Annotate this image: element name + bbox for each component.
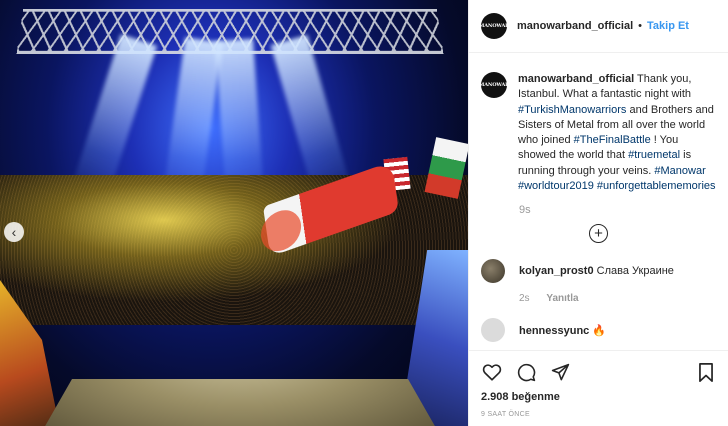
separator-dot: • bbox=[638, 20, 642, 32]
crowd bbox=[0, 175, 468, 325]
post-panel: MANOWAR manowarband_official • Takip Et … bbox=[468, 0, 728, 426]
bookmark-icon[interactable] bbox=[695, 361, 717, 383]
avatar[interactable] bbox=[481, 318, 505, 343]
action-bar bbox=[469, 351, 728, 383]
post-header: MANOWAR manowarband_official • Takip Et bbox=[469, 0, 728, 53]
reply-button[interactable]: Yanıtla bbox=[546, 293, 578, 304]
caption: manowarband_official Thank you, Istanbul… bbox=[518, 72, 716, 194]
avatar[interactable]: MANOWAR bbox=[478, 72, 510, 98]
comment: kolyan_prost0 Слава Украине bbox=[469, 259, 728, 284]
comment-username[interactable]: kolyan_prost0 bbox=[519, 265, 594, 277]
hashtag-link[interactable]: #truemetal bbox=[628, 149, 680, 161]
avatar[interactable] bbox=[481, 259, 505, 284]
plus-circle-icon[interactable]: + bbox=[589, 224, 608, 244]
follow-button[interactable]: Takip Et bbox=[647, 20, 689, 32]
heart-icon[interactable] bbox=[481, 361, 503, 383]
hashtag-link[interactable]: #worldtour2019 bbox=[518, 180, 594, 192]
post-time-ago: 9 SAAT ÖNCE bbox=[481, 411, 530, 418]
caption-time: 9s bbox=[519, 204, 531, 217]
hashtag-link[interactable]: #TheFinalBattle bbox=[574, 134, 651, 146]
comment: hennessyunc 🔥 bbox=[469, 318, 728, 343]
author-username[interactable]: manowarband_official bbox=[517, 20, 633, 32]
comment-username[interactable]: hennessyunc bbox=[519, 325, 589, 337]
comment-icon[interactable] bbox=[515, 361, 537, 383]
fire-emoji: 🔥 bbox=[592, 324, 607, 337]
chevron-left-icon[interactable]: ‹ bbox=[4, 222, 24, 242]
comment-text: kolyan_prost0 Слава Украине bbox=[519, 265, 674, 277]
caption-text: Thank you, Istanbul. What a fantastic ni… bbox=[518, 73, 716, 192]
avatar[interactable]: MANOWAR bbox=[478, 13, 510, 39]
like-count[interactable]: 2.908 beğenme bbox=[469, 383, 728, 403]
stage-rock bbox=[40, 379, 440, 426]
post-photo[interactable]: ‹ bbox=[0, 0, 468, 426]
post-footer: 2.908 beğenme 9 SAAT ÖNCE bbox=[469, 350, 728, 426]
caption-username[interactable]: manowarband_official bbox=[518, 73, 634, 85]
comment-text: hennessyunc 🔥 bbox=[519, 324, 606, 337]
hashtag-link[interactable]: #TurkishManowarriors bbox=[518, 104, 626, 116]
comment-body: Слава Украине bbox=[596, 265, 674, 278]
avatar-logo-text: MANOWAR bbox=[478, 82, 510, 88]
hashtag-link[interactable]: #Manowar bbox=[654, 165, 705, 177]
hashtag-link[interactable]: #unforgettablememories bbox=[597, 180, 716, 192]
avatar-logo-text: MANOWAR bbox=[478, 23, 510, 29]
caption-row: MANOWAR manowarband_official Thank you, … bbox=[469, 53, 728, 194]
load-more: + bbox=[469, 224, 728, 244]
comment-time: 2s bbox=[519, 293, 530, 305]
comment-meta: 2s Yanıtla bbox=[519, 293, 728, 304]
share-icon[interactable] bbox=[549, 361, 571, 383]
